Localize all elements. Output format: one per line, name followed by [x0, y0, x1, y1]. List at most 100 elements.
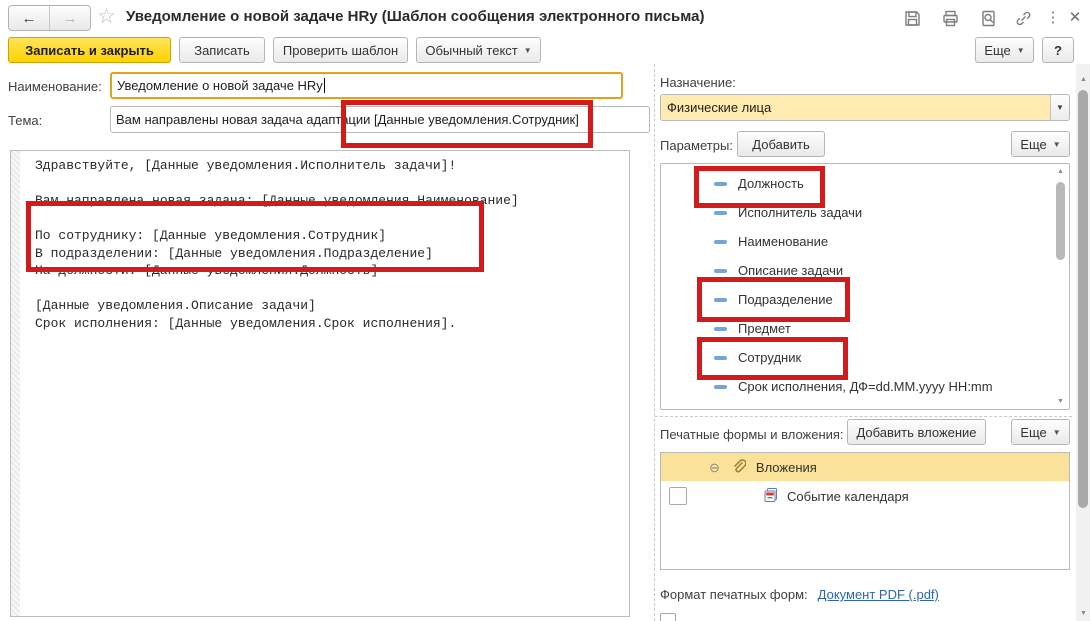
calendar-event-icon [763, 487, 779, 506]
preview-icon[interactable] [977, 7, 999, 29]
parameter-item[interactable]: Наименование [661, 227, 1069, 256]
format-row: Формат печатных форм: Документ PDF (.pdf… [660, 587, 939, 602]
parameter-item[interactable]: Должность [661, 169, 1069, 198]
print-icon[interactable] [939, 7, 961, 29]
right-panel-splitter[interactable] [655, 416, 1072, 417]
clipped-checkbox[interactable] [660, 613, 676, 621]
parameter-icon [714, 384, 727, 389]
add-attachment-label: Добавить вложение [856, 424, 977, 440]
chevron-down-icon: ▼ [1016, 45, 1025, 55]
parameter-label: Исполнитель задачи [738, 205, 863, 220]
body-editor[interactable]: Здравствуйте, [Данные уведомления.Исполн… [10, 150, 630, 617]
parameter-item[interactable]: Срок исполнения, ДФ=dd.MM.yyyy HH:mm [661, 372, 1069, 401]
toolbar-more-label: Еще [984, 42, 1011, 58]
add-parameter-label: Добавить [752, 136, 810, 152]
scrollbar-thumb[interactable] [1056, 182, 1065, 260]
parameter-label: Сотрудник [738, 350, 802, 365]
parameter-item[interactable]: Описание задачи [661, 256, 1069, 285]
chevron-down-icon: ▼ [1052, 139, 1061, 149]
parameter-label: Наименование [738, 234, 829, 249]
check-template-label: Проверить шаблон [282, 42, 399, 58]
text-caret [323, 78, 325, 93]
parameters-more-button[interactable]: Еще ▼ [1011, 131, 1070, 157]
parameter-item[interactable]: Исполнитель задачи [661, 198, 1069, 227]
window-scrollbar[interactable]: ▲ ▼ [1076, 64, 1090, 621]
assignment-value: Физические лица [661, 95, 1050, 120]
attachment-row[interactable]: Событие календаря [661, 481, 1069, 511]
editor-gutter [11, 151, 20, 616]
parameter-icon [714, 210, 727, 215]
parameters-scrollbar[interactable]: ▲ ▼ [1054, 166, 1067, 407]
parameter-icon [714, 355, 727, 360]
parameter-icon [714, 181, 727, 186]
close-icon[interactable]: ✕ [1064, 6, 1086, 28]
scroll-up-icon[interactable]: ▲ [1077, 76, 1090, 83]
scroll-down-icon[interactable]: ▼ [1054, 398, 1067, 405]
subject-value: Вам направлены новая задача адаптации [Д… [116, 112, 579, 127]
attachments-more-button[interactable]: Еще ▼ [1011, 419, 1070, 445]
format-label: Формат печатных форм: [660, 587, 808, 602]
assignment-combo[interactable]: Физические лица ▼ [660, 94, 1070, 121]
scrollbar-thumb[interactable] [1078, 90, 1088, 508]
name-input[interactable]: Уведомление о новой задаче HRy [110, 72, 623, 99]
page-title: Уведомление о новой задаче HRy (Шаблон с… [126, 8, 705, 25]
template-editor-window: ← → ☆ Уведомление о новой задаче HRy (Ша… [0, 0, 1090, 621]
attachments-group-row[interactable]: ⊖ Вложения [661, 453, 1069, 481]
chevron-down-icon: ▼ [1056, 103, 1064, 112]
attachments-group-label: Вложения [755, 459, 817, 475]
subject-input[interactable]: Вам направлены новая задача адаптации [Д… [110, 106, 650, 133]
link-icon[interactable] [1012, 7, 1034, 29]
add-attachment-button[interactable]: Добавить вложение [847, 419, 986, 445]
parameter-label: Описание задачи [738, 263, 844, 278]
favorite-star-icon[interactable]: ☆ [97, 6, 116, 27]
chevron-down-icon: ▼ [523, 45, 532, 55]
parameter-icon [714, 297, 727, 302]
parameter-icon [714, 326, 727, 331]
back-button[interactable]: ← [9, 6, 50, 30]
text-format-label: Обычный текст [425, 42, 518, 58]
text-format-dropdown[interactable]: Обычный текст ▼ [416, 37, 541, 63]
name-label: Наименование: [8, 79, 102, 94]
panel-splitter[interactable] [654, 64, 655, 621]
chevron-down-icon: ▼ [1052, 427, 1061, 437]
more-options-icon[interactable]: ⋮ [1042, 6, 1064, 28]
parameters-label: Параметры: [660, 138, 733, 153]
collapse-icon[interactable]: ⊖ [709, 461, 720, 474]
save-button[interactable]: Записать [179, 37, 265, 63]
scroll-down-icon[interactable]: ▼ [1077, 610, 1090, 617]
check-template-button[interactable]: Проверить шаблон [273, 37, 408, 63]
save-icon[interactable] [901, 7, 923, 29]
attachments-table: ⊖ Вложения Событие календаря [660, 452, 1070, 570]
parameter-label: Предмет [738, 321, 791, 336]
name-value: Уведомление о новой задаче HRy [117, 78, 323, 93]
attachments-more-label: Еще [1020, 424, 1047, 440]
attachment-checkbox[interactable] [669, 487, 687, 505]
help-button[interactable]: ? [1042, 37, 1074, 63]
forward-arrow-icon: → [62, 9, 78, 27]
scroll-up-icon[interactable]: ▲ [1054, 168, 1067, 175]
parameters-more-label: Еще [1020, 136, 1047, 152]
attachments-label: Печатные формы и вложения: [660, 427, 844, 442]
parameter-item[interactable]: Сотрудник [661, 343, 1069, 372]
assignment-dropdown-button[interactable]: ▼ [1050, 95, 1069, 120]
parameter-icon [714, 239, 727, 244]
toolbar-more-button[interactable]: Еще ▼ [975, 37, 1034, 63]
save-and-close-button[interactable]: Записать и закрыть [8, 37, 171, 63]
parameters-list: Должность Исполнитель задачи Наименовани… [660, 163, 1070, 410]
parameter-item[interactable]: Предмет [661, 314, 1069, 343]
parameter-item[interactable]: Подразделение [661, 285, 1069, 314]
forward-button[interactable]: → [50, 6, 90, 30]
paperclip-icon [730, 458, 747, 477]
body-text: Здравствуйте, [Данные уведомления.Исполн… [35, 158, 519, 331]
back-arrow-icon: ← [21, 9, 37, 27]
attachment-item-label: Событие календаря [787, 488, 909, 504]
assignment-label: Назначение: [660, 75, 736, 90]
nav-history-group: ← → [8, 5, 91, 31]
add-parameter-button[interactable]: Добавить [737, 131, 825, 157]
parameter-icon [714, 268, 727, 273]
parameter-label: Подразделение [738, 292, 833, 307]
format-link[interactable]: Документ PDF (.pdf) [818, 587, 939, 602]
save-and-close-label: Записать и закрыть [25, 42, 154, 58]
help-label: ? [1054, 42, 1062, 58]
subject-label: Тема: [8, 113, 43, 128]
